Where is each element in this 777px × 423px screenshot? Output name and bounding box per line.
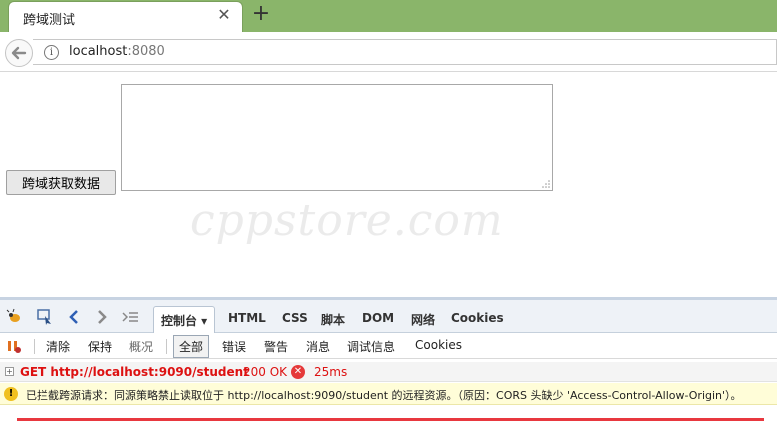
tab-html[interactable]: HTML: [228, 311, 266, 325]
back-arrow-icon: [11, 46, 27, 60]
request-time: 25ms: [314, 365, 348, 379]
site-info-icon[interactable]: i: [44, 45, 59, 60]
filter-warnings-button[interactable]: 警告: [264, 338, 288, 355]
filter-all-button[interactable]: 全部: [173, 335, 210, 358]
url-port: :8080: [127, 44, 165, 59]
new-tab-icon[interactable]: +: [251, 3, 271, 25]
tab-strip: 跨域测试 ✕ +: [0, 0, 777, 32]
forward-icon[interactable]: [92, 308, 110, 326]
highlight-underline: [17, 418, 764, 421]
inspect-element-icon[interactable]: [36, 308, 54, 326]
tab-console[interactable]: 控制台 ▾: [153, 306, 216, 333]
error-icon: ✕: [291, 365, 305, 379]
devtools-toolbar: 控制台 ▾ HTML CSS 脚本 DOM 网络 Cookies: [0, 297, 777, 333]
firebug-icon[interactable]: [6, 308, 24, 326]
expand-icon[interactable]: +: [5, 367, 14, 376]
tab-script[interactable]: 脚本: [321, 311, 345, 328]
cors-warning-row: ! 已拦截跨源请求：同源策略禁止读取位于 http://localhost:90…: [0, 383, 777, 405]
command-line-icon[interactable]: [121, 308, 139, 326]
warning-message: 已拦截跨源请求：同源策略禁止读取位于 http://localhost:9090…: [26, 389, 742, 402]
fetch-data-button[interactable]: 跨域获取数据: [6, 170, 116, 195]
url-host: localhost: [69, 44, 128, 59]
toolbar-separator: [34, 339, 35, 354]
devtools-panel: 控制台 ▾ HTML CSS 脚本 DOM 网络 Cookies 清除 保持 概…: [0, 297, 777, 423]
request-url[interactable]: GET http://localhost:9090/student: [20, 365, 249, 379]
resize-grip-icon[interactable]: [542, 180, 550, 188]
tab-network[interactable]: 网络: [411, 311, 435, 328]
network-log-row[interactable]: + GET http://localhost:9090/student 200 …: [0, 362, 777, 382]
profile-button[interactable]: 概况: [129, 338, 153, 355]
watermark: cppstore.com: [190, 195, 504, 246]
status-badge: 200 OK: [243, 365, 288, 379]
toolbar-separator: [166, 339, 167, 354]
console-toolbar: 清除 保持 概况 全部 错误 警告 消息 调试信息 Cookies: [0, 333, 777, 359]
clear-button[interactable]: 清除: [46, 338, 70, 355]
back-button[interactable]: [5, 39, 33, 67]
result-textarea[interactable]: [121, 84, 553, 191]
filter-cookies-button[interactable]: Cookies: [415, 338, 462, 352]
page-content: cppstore.com 跨域获取数据: [0, 73, 777, 297]
pause-icon[interactable]: [6, 338, 22, 354]
navigation-bar: i localhost:8080: [0, 32, 777, 72]
filter-errors-button[interactable]: 错误: [222, 338, 246, 355]
tab-dom[interactable]: DOM: [362, 311, 394, 325]
back-icon[interactable]: [66, 308, 84, 326]
filter-info-button[interactable]: 消息: [306, 338, 330, 355]
filter-debug-button[interactable]: 调试信息: [347, 338, 395, 355]
warning-icon: !: [4, 387, 18, 401]
close-tab-icon[interactable]: ✕: [216, 7, 232, 23]
tab-cookies[interactable]: Cookies: [451, 311, 504, 325]
tab-title: 跨域测试: [23, 13, 76, 28]
address-bar[interactable]: i localhost:8080: [33, 39, 777, 65]
browser-tab[interactable]: 跨域测试 ✕: [8, 1, 243, 32]
url-text[interactable]: localhost:8080: [69, 44, 165, 59]
persist-button[interactable]: 保持: [88, 338, 112, 355]
tab-css[interactable]: CSS: [282, 311, 308, 325]
